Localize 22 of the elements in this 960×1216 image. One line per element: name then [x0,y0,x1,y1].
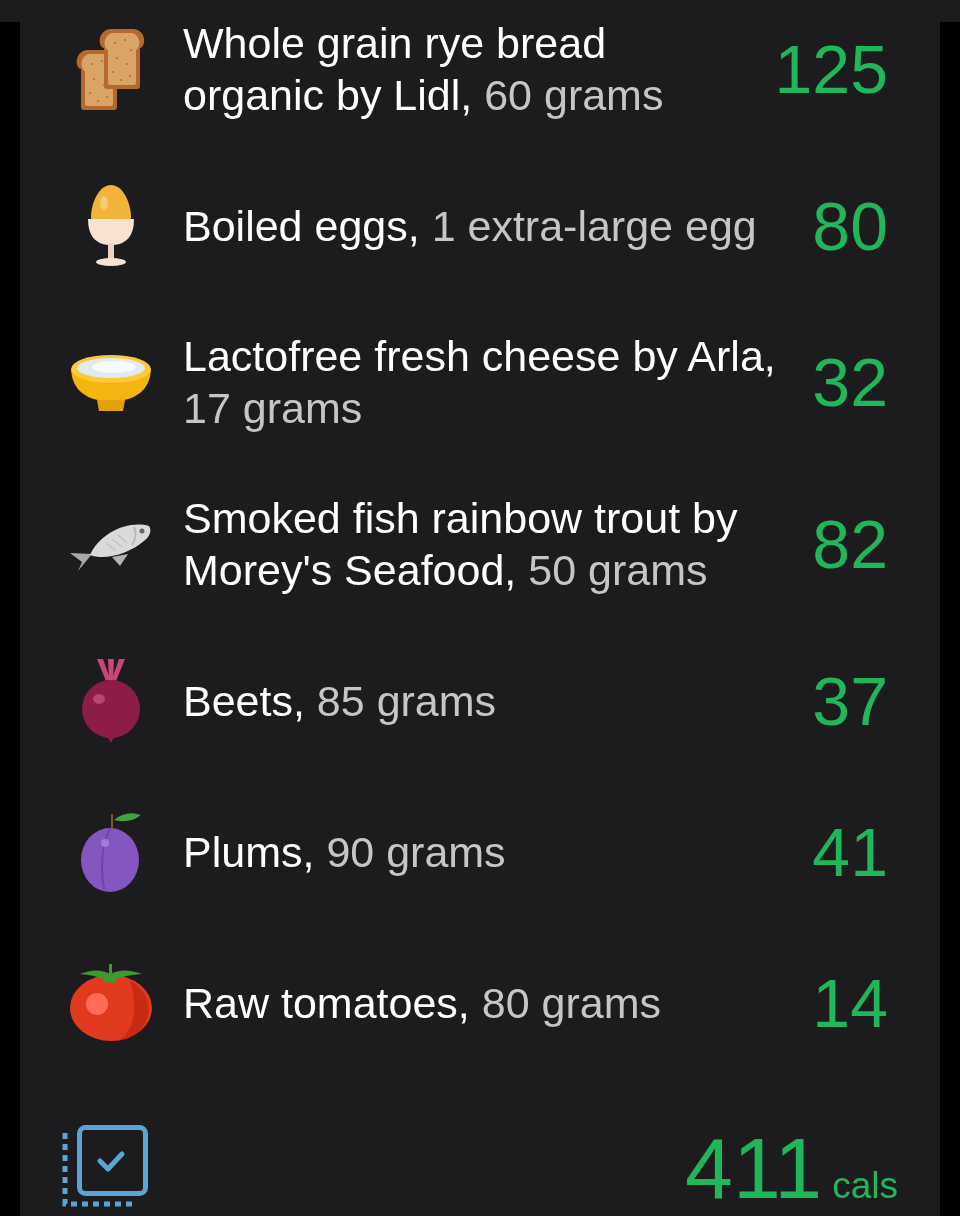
calorie-count: 41 [812,817,888,886]
dashed-checkbox-icon[interactable] [62,1125,148,1207]
calorie-count: 80 [812,191,888,260]
calorie-count: 125 [774,35,888,103]
tomato-icon [70,964,152,1041]
calorie-count: 14 [812,968,888,1037]
boiled-egg-icon [88,184,134,267]
food-description: Whole grain rye bread organic by Lidl, 60 grams [183,18,665,121]
food-description: Raw tomatoes, 80 grams [183,977,662,1029]
calorie-count: 37 [812,666,888,735]
calorie-count: 82 [812,510,888,578]
bowl-icon [70,353,152,411]
food-description: Beets, 85 grams [183,675,498,727]
food-description: Lactofree fresh cheese by Arla, 17 grams [183,331,777,434]
food-description: Boiled eggs, 1 extra-large egg [183,200,758,252]
food-description: Plums, 90 grams [183,826,507,878]
calorie-count: 32 [812,348,888,416]
plum-icon [80,810,142,893]
calories-unit: cals [832,1167,898,1204]
food-description: Smoked fish rainbow trout by Morey's Seafood, 50 grams [183,493,739,596]
beet-icon [81,658,141,743]
total-calories: 411 [685,1125,823,1211]
